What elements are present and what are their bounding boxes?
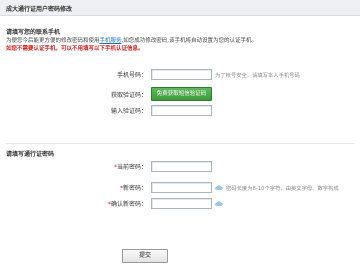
phone-number-label: 手机号码： (116, 72, 147, 79)
phone-optional-warning: 如您不需要认证手机，可以不用填写以下手机认证信息。 (6, 46, 144, 52)
new-password-hint: 密码长度为8-10个字符，由英文字母、数字构成 (226, 186, 339, 192)
phone-number-input[interactable] (151, 69, 212, 80)
phone-section-title: 请填写您的联系手机 (6, 29, 61, 36)
submit-button[interactable]: 提交 (122, 249, 168, 263)
get-sms-code-button[interactable]: 免费获取短信验证码 (151, 87, 212, 101)
confirm-password-label-text: 确认新密码： (110, 201, 147, 208)
new-password-input[interactable] (151, 182, 212, 193)
title-bar: 成大通行证用户密码修改 (0, 0, 360, 16)
verify-code-label: 输入验证码： (110, 108, 147, 115)
info-cloud-icon (215, 201, 223, 206)
current-password-label-text: 当前密码： (116, 164, 147, 171)
verify-code-input[interactable] (151, 105, 212, 116)
confirm-password-input[interactable] (151, 198, 212, 209)
current-password-input[interactable] (151, 161, 212, 172)
current-password-label: *当前密码： (114, 162, 147, 171)
get-code-label: 获取验证码： (110, 92, 147, 99)
phone-section-description: 为便您今后能更方便的修改密码和使用手机服务,如您成功修改密码,该手机将自动设置为… (6, 36, 257, 44)
new-password-label: *新密码： (120, 183, 147, 192)
new-password-label-text: 新密码： (122, 185, 147, 192)
info-cloud-icon (215, 185, 223, 190)
section-divider (6, 143, 354, 144)
phone-number-hint: 为了帐号安全，请填写本人手机号码 (215, 73, 300, 79)
password-section-title: 请填写通行证密码 (6, 151, 55, 158)
page-title: 成大通行证用户密码修改 (6, 6, 73, 13)
confirm-password-label: *确认新密码： (108, 199, 147, 208)
